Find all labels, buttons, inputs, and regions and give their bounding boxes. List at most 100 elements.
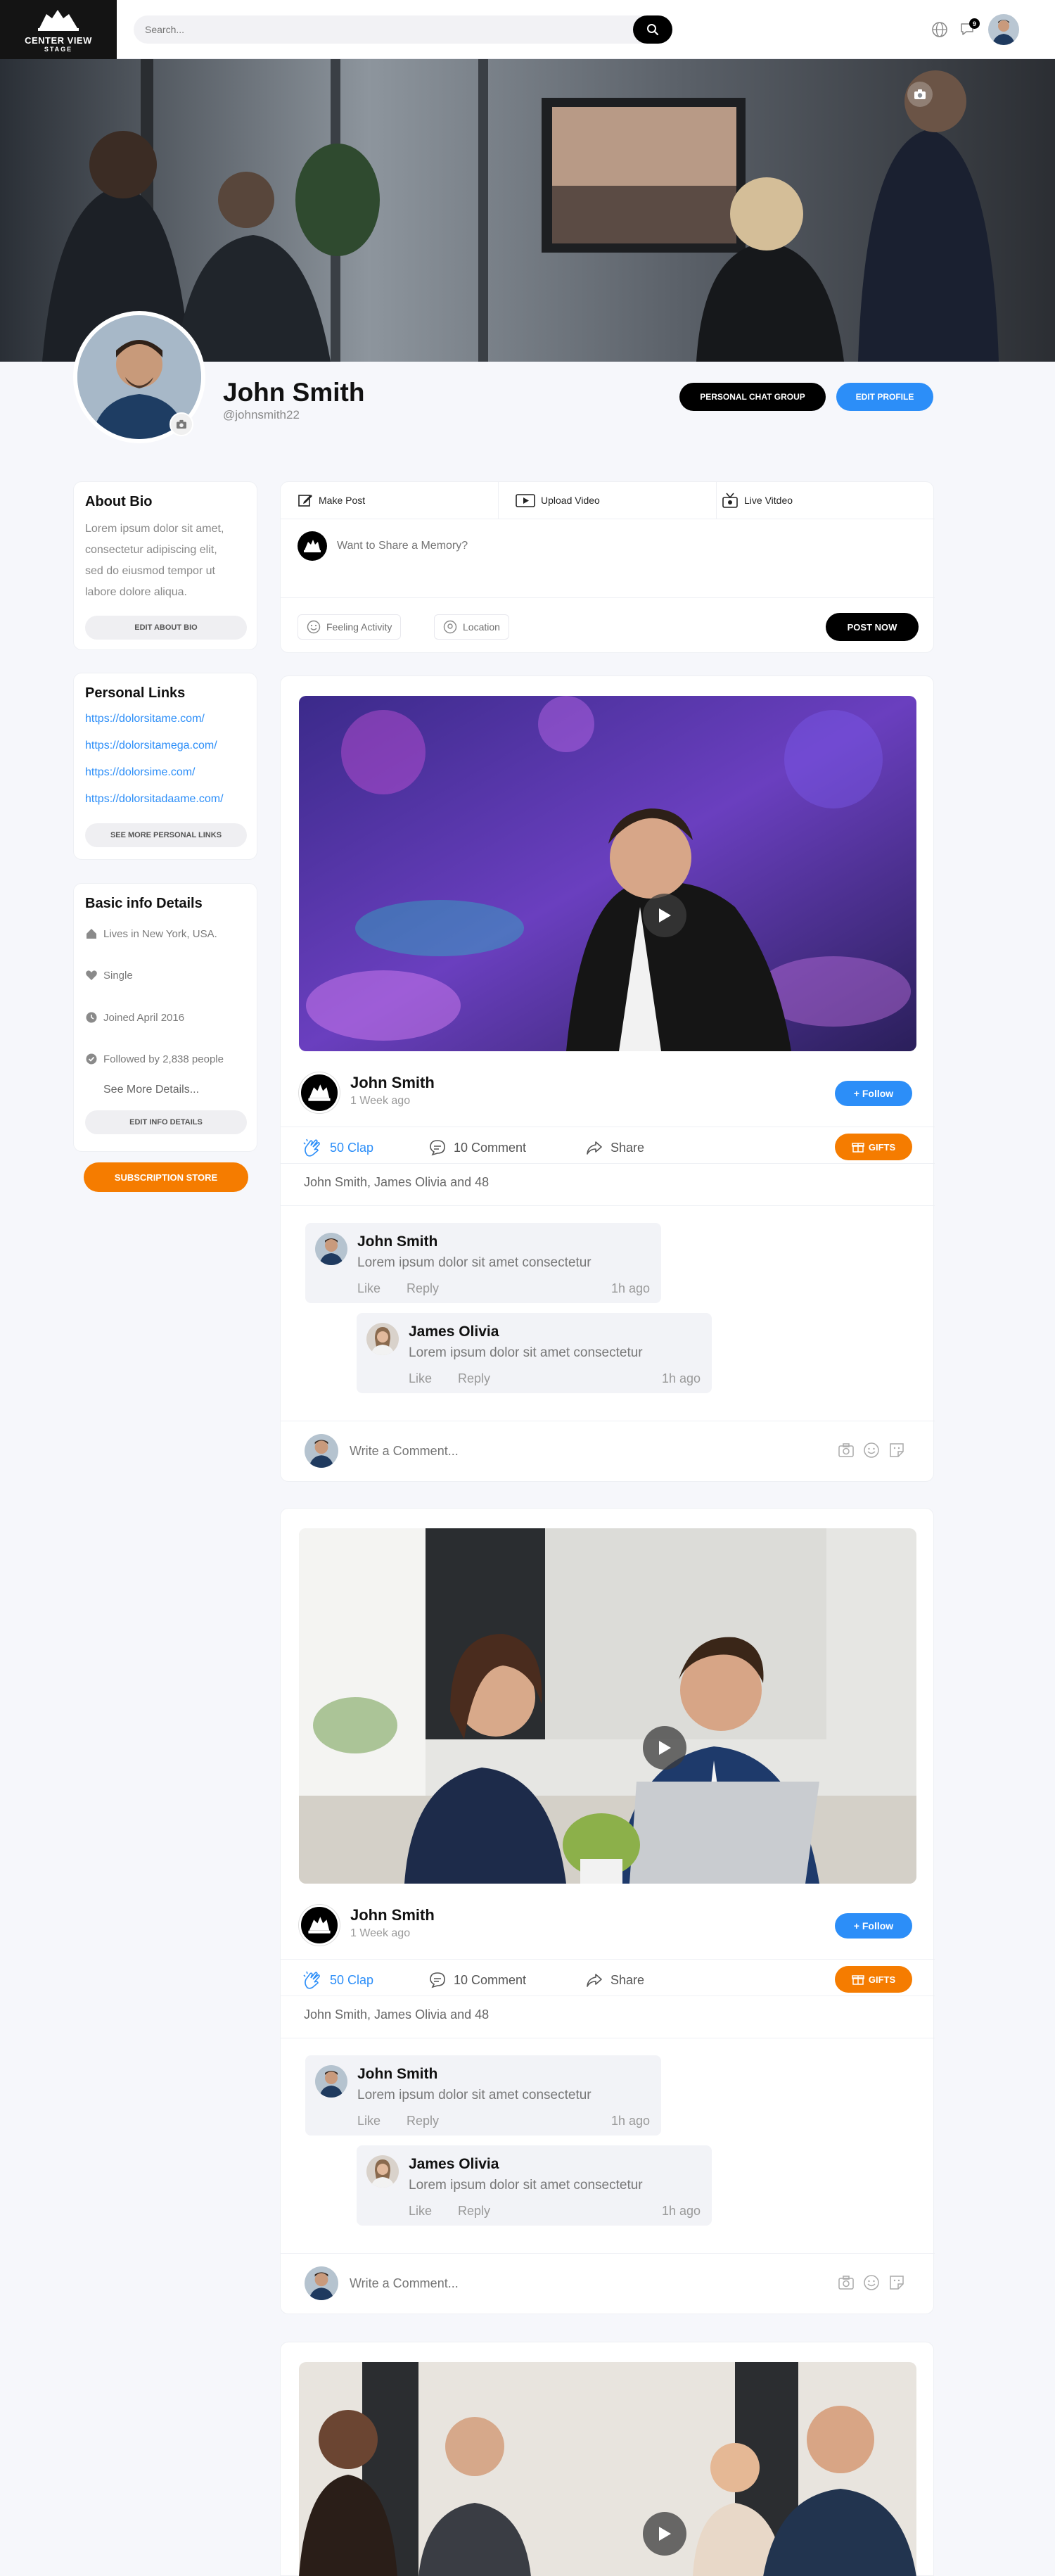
gift-icon	[852, 1143, 864, 1153]
personal-chat-group-button[interactable]: PERSONAL CHAT GROUP	[679, 383, 826, 411]
camera-icon	[914, 89, 926, 99]
post-video[interactable]	[299, 1528, 916, 1884]
reactions-summary[interactable]: John Smith, James Olivia and 48	[304, 1175, 489, 1190]
share-button[interactable]: Share	[585, 1966, 644, 1994]
logo-text-sub: STAGE	[44, 45, 73, 53]
divider	[281, 2253, 935, 2254]
comment-time: 1h ago	[610, 1281, 650, 1295]
edit-info-details-button[interactable]: EDIT INFO DETAILS	[85, 1110, 247, 1134]
commenter-name[interactable]: James Olivia	[409, 2156, 499, 2173]
info-joined: Joined April 2016	[85, 1011, 184, 1024]
comment-icon	[430, 1140, 445, 1156]
avatar-image	[315, 2065, 347, 2098]
like-link[interactable]: Like	[357, 1281, 381, 1296]
edit-profile-button[interactable]: EDIT PROFILE	[836, 383, 933, 411]
reply-link[interactable]: Reply	[407, 2114, 439, 2128]
clap-count: 50 Clap	[330, 1140, 374, 1155]
reply-link[interactable]: Reply	[458, 2204, 490, 2219]
like-link[interactable]: Like	[357, 2114, 381, 2128]
author-name[interactable]: John Smith	[350, 1906, 435, 1924]
gifts-button[interactable]: GIFTS	[835, 1966, 912, 1993]
feeling-activity-button[interactable]: Feeling Activity	[298, 614, 402, 640]
personal-link[interactable]: https://dolorsitamega.com/	[85, 740, 217, 752]
composer-avatar	[298, 531, 327, 561]
site-logo[interactable]: CENTER VIEW STAGE	[0, 0, 117, 59]
see-more-details-link[interactable]: See More Details...	[103, 1084, 199, 1096]
clap-count: 50 Clap	[330, 1972, 374, 1987]
commenter-avatar[interactable]	[315, 1233, 347, 1265]
heart-icon	[86, 970, 97, 980]
personal-link[interactable]: https://dolorsitame.com/	[85, 713, 205, 725]
composer-input[interactable]	[337, 531, 871, 561]
clap-button[interactable]: 50 Clap	[302, 1134, 373, 1162]
camera-icon[interactable]	[838, 2274, 855, 2291]
commenter-avatar[interactable]	[366, 2155, 399, 2188]
clap-button[interactable]: 50 Clap	[302, 1966, 373, 1994]
tab-label: Make Post	[319, 495, 366, 506]
reply-link[interactable]: Reply	[407, 1281, 439, 1296]
personal-links-title: Personal Links	[85, 685, 186, 701]
commenter-name[interactable]: James Olivia	[409, 1324, 499, 1340]
like-link[interactable]: Like	[409, 1371, 432, 1386]
user-avatar[interactable]	[988, 14, 1019, 45]
commenter-name[interactable]: John Smith	[357, 1233, 437, 1250]
language-button[interactable]	[931, 21, 948, 38]
profile-name: John Smith	[223, 378, 365, 407]
author-name[interactable]: John Smith	[350, 1074, 435, 1092]
commenter-name[interactable]: John Smith	[357, 2066, 437, 2083]
comment: John Smith Lorem ipsum dolor sit amet co…	[305, 2055, 661, 2136]
about-bio-text: Lorem ipsum dolor sit amet, consectetur …	[85, 519, 224, 603]
play-button[interactable]	[643, 1726, 686, 1770]
write-comment-input[interactable]	[350, 1437, 757, 1465]
post-video[interactable]	[299, 2362, 916, 2576]
gifts-button[interactable]: GIFTS	[835, 1134, 912, 1160]
search-icon	[647, 24, 659, 36]
write-comment-input[interactable]	[350, 2269, 757, 2297]
gift-icon	[852, 1975, 864, 1985]
play-button[interactable]	[643, 894, 686, 937]
post-time: 1 Week ago	[350, 1095, 411, 1107]
author-avatar[interactable]	[299, 1072, 340, 1113]
comment-button[interactable]: 10 Comment	[428, 1966, 526, 1994]
divider	[281, 1205, 935, 1206]
subscription-store-button[interactable]: SUBSCRIPTION STORE	[84, 1162, 248, 1192]
sticker-icon[interactable]	[888, 2274, 905, 2291]
clap-icon	[303, 1971, 320, 1989]
change-avatar-button[interactable]	[170, 412, 193, 436]
emoji-icon[interactable]	[863, 1442, 880, 1459]
see-more-links-button[interactable]: SEE MORE PERSONAL LINKS	[85, 823, 247, 847]
commenter-avatar[interactable]	[366, 1323, 399, 1355]
emoji-icon[interactable]	[863, 2274, 880, 2291]
post-video[interactable]	[299, 696, 916, 1051]
reply-link[interactable]: Reply	[458, 1371, 490, 1386]
comment-text: Lorem ipsum dolor sit amet consectetur	[357, 1255, 592, 1270]
personal-link[interactable]: https://dolorsime.com/	[85, 766, 196, 779]
author-avatar[interactable]	[299, 1905, 340, 1946]
change-cover-button[interactable]	[907, 82, 933, 107]
tab-live-video[interactable]: Live Vitdeo	[722, 482, 793, 519]
follow-button[interactable]: + Follow	[835, 1913, 912, 1939]
share-button[interactable]: Share	[585, 1134, 644, 1162]
sticker-icon[interactable]	[888, 1442, 905, 1459]
comment: John Smith Lorem ipsum dolor sit amet co…	[305, 1223, 661, 1303]
reactions-summary[interactable]: John Smith, James Olivia and 48	[304, 2007, 489, 2022]
follow-button[interactable]: + Follow	[835, 1081, 912, 1106]
post-now-button[interactable]: POST NOW	[826, 613, 919, 641]
comment-time: 1h ago	[661, 2204, 701, 2218]
edit-about-bio-button[interactable]: EDIT ABOUT BIO	[85, 616, 247, 640]
gifts-label: GIFTS	[868, 1974, 896, 1985]
camera-icon[interactable]	[838, 1442, 855, 1459]
search-input[interactable]	[145, 15, 623, 44]
personal-link[interactable]: https://dolorsitadaame.com/	[85, 793, 224, 806]
tab-upload-video[interactable]: Upload Video	[516, 482, 600, 519]
basic-info-card: Basic info Details Lives in New York, US…	[73, 883, 257, 1152]
location-button[interactable]: Location	[434, 614, 509, 640]
tab-make-post[interactable]: Make Post	[298, 482, 365, 519]
share-icon	[587, 1141, 602, 1155]
info-followers: Followed by 2,838 people	[85, 1053, 224, 1065]
search-button[interactable]	[633, 15, 672, 44]
like-link[interactable]: Like	[409, 2204, 432, 2219]
commenter-avatar[interactable]	[315, 2065, 347, 2098]
play-button[interactable]	[643, 2512, 686, 2556]
comment-button[interactable]: 10 Comment	[428, 1134, 526, 1162]
